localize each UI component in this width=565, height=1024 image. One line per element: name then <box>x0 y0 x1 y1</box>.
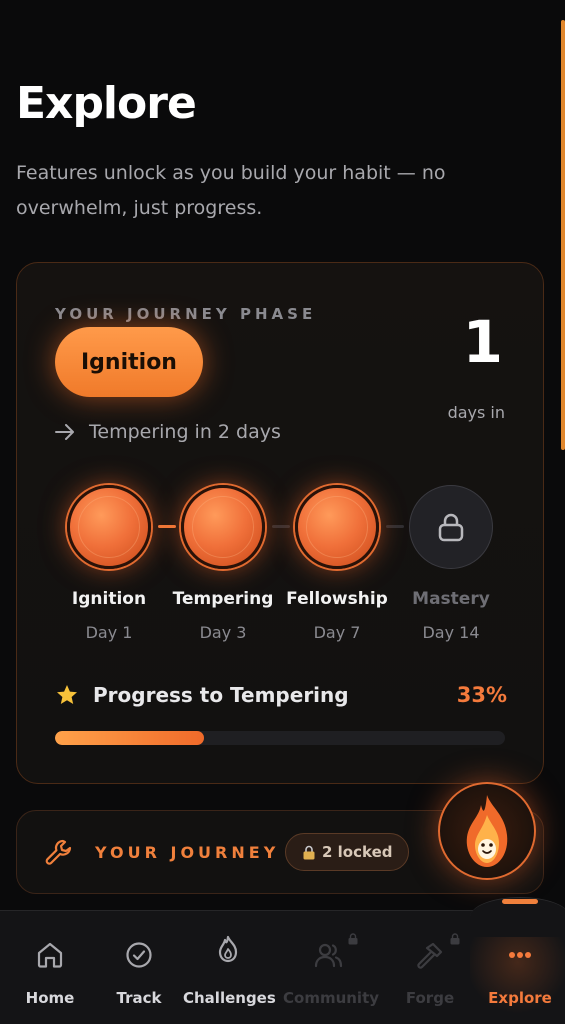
nav-track[interactable]: Track <box>94 911 184 1024</box>
stage-name: Tempering <box>172 589 274 609</box>
home-icon <box>37 942 63 968</box>
hammer-icon <box>417 942 443 969</box>
scroll-indicator[interactable] <box>561 20 565 450</box>
stage-day: Day 1 <box>85 623 133 642</box>
nav-label: Track <box>116 989 162 1007</box>
journey-label: YOUR JOURNEY <box>95 843 280 862</box>
people-icon <box>314 943 343 968</box>
stage-orb <box>67 485 151 569</box>
progress-label: Progress to Tempering <box>93 683 349 707</box>
stage-fellowship: Fellowship Day 7 <box>277 485 397 642</box>
days-label: days in <box>447 403 505 422</box>
locked-count-badge: 2 locked <box>285 833 410 871</box>
nav-challenges[interactable]: Challenges <box>183 911 276 1024</box>
stage-tempering: Tempering Day 3 <box>163 485 283 642</box>
flame-mascot-button[interactable] <box>438 782 536 880</box>
star-icon <box>57 685 77 704</box>
stage-day: Day 7 <box>313 623 361 642</box>
nav-home[interactable]: Home <box>5 911 95 1024</box>
stage-name: Ignition <box>71 589 147 609</box>
page-title: Explore <box>16 78 197 129</box>
next-phase-hint: Tempering in 2 days <box>55 421 281 443</box>
progress-bar <box>55 731 505 745</box>
bottom-nav: Home Track Challenges Community Forge Ex… <box>0 897 565 1024</box>
stage-day: Day 3 <box>199 623 247 642</box>
progress-header: Progress to Tempering 33% <box>55 683 507 707</box>
locked-count-text: 2 locked <box>322 843 393 861</box>
active-tab-indicator <box>502 899 538 904</box>
progress-fill <box>55 731 204 745</box>
nav-community[interactable]: Community <box>283 911 380 1024</box>
stage-mastery: Mastery Day 14 <box>391 485 511 642</box>
nav-forge[interactable]: Forge <box>385 911 475 1024</box>
nav-label: Community <box>283 989 380 1007</box>
check-circle-icon <box>126 942 152 968</box>
current-phase-pill: Ignition <box>55 327 203 397</box>
phase-eyebrow: YOUR JOURNEY PHASE <box>55 305 317 323</box>
stage-orb <box>295 485 379 569</box>
nav-explore[interactable]: Explore <box>475 911 565 1024</box>
nav-label: Challenges <box>183 989 276 1007</box>
stage-ignition: Ignition Day 1 <box>49 485 169 642</box>
arrow-right-icon <box>55 424 74 440</box>
stage-orb <box>181 485 265 569</box>
progress-title: Progress to Tempering <box>55 683 349 707</box>
journey-phase-card: YOUR JOURNEY PHASE Ignition 1 days in Te… <box>16 262 544 784</box>
wrench-icon <box>45 839 72 865</box>
stage-name: Fellowship <box>286 589 388 609</box>
more-dots-icon <box>509 952 531 958</box>
lock-icon <box>438 513 464 542</box>
flame-mascot-icon <box>466 795 508 867</box>
lock-icon <box>348 933 358 945</box>
nav-label: Home <box>25 989 75 1007</box>
page-subtitle: Features unlock as you build your habit … <box>16 162 446 219</box>
phase-stages: Ignition Day 1 Tempering Day 3 Fellowshi… <box>55 485 505 645</box>
nav-label: Explore <box>488 989 552 1007</box>
flame-icon <box>218 935 238 963</box>
lock-icon <box>450 933 460 945</box>
nav-label: Forge <box>405 989 455 1007</box>
next-phase-text: Tempering in 2 days <box>89 421 281 443</box>
stage-day: Day 14 <box>422 623 480 642</box>
stage-name: Mastery <box>412 589 490 609</box>
days-count: 1 <box>462 308 503 376</box>
progress-percent: 33% <box>456 683 507 707</box>
stage-orb-locked <box>409 485 493 569</box>
lock-icon <box>303 845 315 859</box>
